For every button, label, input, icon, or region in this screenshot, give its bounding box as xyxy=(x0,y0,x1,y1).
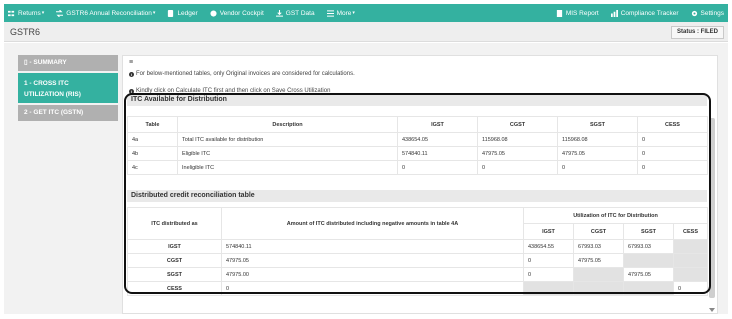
nav-compliance-tracker-label: Compliance Tracker xyxy=(620,9,679,17)
nav-annual-reconciliation[interactable]: GSTR6 Annual Reconciliation ▾ xyxy=(56,9,156,17)
vendor-icon xyxy=(210,9,217,17)
sidebar-item-get-itc-label: 2 - GET ITC (GSTN) xyxy=(24,109,84,116)
highlight-frame xyxy=(124,93,711,294)
tracker-icon xyxy=(610,9,618,17)
reconciliation-icon xyxy=(56,9,64,17)
nav-vendor-cockpit[interactable]: Vendor Cockpit xyxy=(210,10,264,17)
note-original-invoices-text: For below-mentioned tables, only Origina… xyxy=(136,71,355,77)
chevron-down-icon: ▾ xyxy=(352,10,355,16)
gear-icon xyxy=(691,10,698,17)
nav-left: Returns ▾ GSTR6 Annual Reconciliation ▾ Le… xyxy=(8,9,367,17)
nav-mis-report-label: MIS Report xyxy=(565,9,599,17)
ledger-icon xyxy=(167,9,174,17)
nav-returns[interactable]: Returns ▾ xyxy=(8,10,44,17)
nav-returns-label: Returns xyxy=(18,9,41,17)
sidebar-item-cross-itc-line1: 1 - CROSS ITC xyxy=(24,80,69,87)
top-nav: Returns ▾ GSTR6 Annual Reconciliation ▾ Le… xyxy=(4,4,728,22)
nav-ledger-label: Ledger xyxy=(177,9,198,17)
report-icon xyxy=(556,9,563,17)
chevron-down-icon: ▾ xyxy=(152,10,156,16)
sidebar-item-summary-label: - SUMMARY xyxy=(29,59,67,66)
nav-mis-report[interactable]: MIS Report xyxy=(556,9,599,17)
nav-more-label: More xyxy=(336,9,352,17)
chevron-down-icon: ▾ xyxy=(41,10,45,16)
nav-gst-data[interactable]: GST Data xyxy=(275,9,315,17)
sidebar-item-cross-itc-line2: UTILIZATION (RIS) xyxy=(24,91,81,98)
sidebar: ▯ - SUMMARY 1 - CROSS ITC UTILIZATION (R… xyxy=(18,55,118,123)
nav-annual-reconciliation-label: GSTR6 Annual Reconciliation xyxy=(66,9,152,17)
nav-gst-data-label: GST Data xyxy=(285,9,315,17)
nav-vendor-cockpit-label: Vendor Cockpit xyxy=(219,9,264,17)
nav-settings[interactable]: Settings xyxy=(691,9,725,17)
nav-right: MIS Report Compliance Tracker Settings xyxy=(544,9,725,17)
note-original-invoices: i For below-mentioned tables, only Origi… xyxy=(129,71,355,77)
sidebar-item-get-itc[interactable]: 2 - GET ITC (GSTN) xyxy=(18,105,118,121)
nav-ledger[interactable]: Ledger xyxy=(167,9,198,17)
page-title: GSTR6 xyxy=(10,27,41,37)
sidebar-item-summary[interactable]: ▯ - SUMMARY xyxy=(18,55,118,71)
nav-settings-label: Settings xyxy=(700,9,725,17)
scroll-down-arrow-icon[interactable] xyxy=(709,308,715,312)
status-badge: Status : FILED xyxy=(670,26,724,39)
title-bar: GSTR6 Status : FILED xyxy=(4,22,728,42)
returns-icon xyxy=(8,10,15,17)
more-icon xyxy=(326,9,334,17)
nav-more[interactable]: More ▾ xyxy=(326,9,355,17)
hamburger-icon[interactable]: ≡ xyxy=(129,59,133,66)
info-icon: i xyxy=(129,71,134,77)
nav-compliance-tracker[interactable]: Compliance Tracker xyxy=(610,9,679,17)
sidebar-item-cross-itc[interactable]: 1 - CROSS ITC UTILIZATION (RIS) xyxy=(18,73,118,103)
data-icon xyxy=(275,9,283,17)
